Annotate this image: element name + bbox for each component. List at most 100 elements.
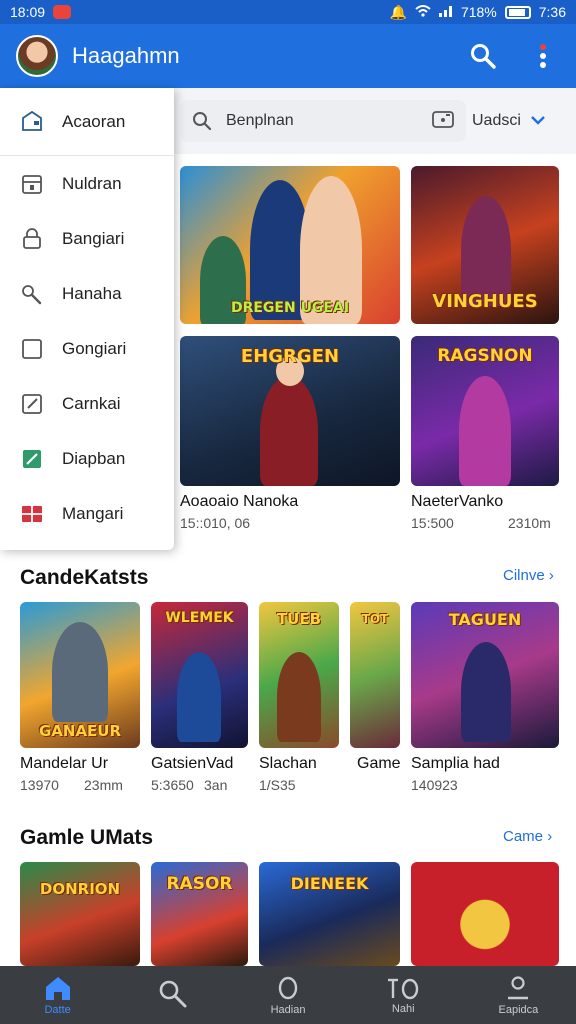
drawer-item-label: Carnkai: [62, 393, 121, 413]
versus-icon: [388, 978, 419, 999]
nav-label: Datte: [44, 1003, 71, 1016]
game-title: Aoaoaio Nanoka: [180, 493, 299, 510]
game-logo: TAGUEN: [448, 610, 522, 629]
nav-label: Nahi: [391, 1002, 415, 1015]
game-card[interactable]: WLEMEK: [151, 602, 248, 748]
game-art: RAGSNON: [411, 336, 559, 486]
more-button[interactable]: [526, 39, 560, 73]
battery-percent: 718%: [460, 4, 497, 20]
nav-label: Eapidca: [498, 1003, 539, 1016]
square-icon: [22, 338, 42, 359]
drawer-item[interactable]: Bangiari: [0, 211, 174, 266]
game-card[interactable]: DREGEN UGEAI: [180, 166, 400, 324]
game-art: DIENEEK: [259, 862, 400, 966]
game-card[interactable]: DONRION: [20, 862, 140, 966]
game-art: DREGEN UGEAI: [180, 166, 400, 324]
status-time: 18:09: [10, 4, 46, 20]
game-logo: VINGHUES: [432, 291, 538, 312]
filter-dropdown[interactable]: Uadsci: [472, 100, 572, 142]
section-more-link[interactable]: Cilnve ›: [503, 567, 554, 584]
drawer-item[interactable]: Acaoran: [0, 88, 174, 156]
game-art: VINGHUES: [411, 166, 559, 324]
game-title: GatsienVad: [151, 755, 234, 772]
nav-versus[interactable]: Nahi: [346, 966, 461, 1024]
drawer-item[interactable]: Diapban: [0, 431, 174, 486]
grid-icon: [22, 505, 42, 522]
edit-icon: [22, 393, 42, 414]
nav-profile[interactable]: Eapidca: [461, 966, 576, 1024]
game-card[interactable]: DIENEEK: [259, 862, 400, 966]
navigation-drawer: Acaoran Nuldran Bangiari Hanaha Gongiari…: [0, 88, 174, 550]
profile-icon: [508, 975, 529, 999]
avatar[interactable]: [16, 35, 58, 77]
chart-icon: [23, 449, 41, 468]
game-card[interactable]: TAGUEN: [411, 602, 559, 748]
lock-icon: [23, 227, 41, 249]
game-meta-secondary: 3an: [204, 777, 228, 793]
game-art: TOT: [350, 602, 400, 748]
nav-home[interactable]: Datte: [0, 966, 115, 1024]
drawer-item[interactable]: Nuldran: [0, 156, 174, 211]
game-card[interactable]: RASOR: [151, 862, 248, 966]
nav-search[interactable]: [115, 966, 230, 1024]
drawer-item[interactable]: Mangari: [0, 486, 174, 541]
game-card[interactable]: GANAEUR: [20, 602, 140, 748]
game-art: TAGUEN: [411, 602, 559, 748]
nav-library[interactable]: Hadian: [230, 966, 345, 1024]
home-icon: [45, 976, 70, 1000]
circle-icon: [278, 976, 298, 999]
game-card[interactable]: TOT: [350, 602, 400, 748]
drawer-item[interactable]: Carnkai: [0, 376, 174, 431]
game-art: RASOR: [151, 862, 248, 966]
game-logo: EHGRGEN: [240, 346, 340, 367]
drawer-item-label: Mangari: [62, 503, 124, 523]
search-icon: [471, 44, 496, 69]
chevron-right-icon: ›: [548, 567, 554, 584]
game-meta: 140923: [411, 777, 458, 793]
section-more-label: Cilnve: [503, 567, 545, 584]
link-icon: [22, 284, 42, 304]
game-title: Samplia had: [411, 755, 500, 772]
drawer-item-label: Diapban: [62, 448, 126, 468]
game-meta: 15:500: [411, 515, 454, 531]
game-art: EHGRGEN: [180, 336, 400, 486]
game-art: TUEB: [259, 602, 339, 748]
wifi-icon: [415, 4, 431, 20]
game-title: Slachan: [259, 755, 317, 772]
drawer-item[interactable]: Hanaha: [0, 266, 174, 321]
game-card[interactable]: VINGHUES: [411, 166, 559, 324]
game-card[interactable]: RAGSNON: [411, 336, 559, 486]
more-vertical-icon: [540, 44, 546, 68]
game-logo: GANAEUR: [38, 722, 122, 740]
search-button[interactable]: [466, 39, 500, 73]
chevron-right-icon: ›: [547, 828, 553, 845]
store-icon: [22, 174, 42, 194]
game-logo: TUEB: [276, 610, 322, 628]
section-title: Gamle UMats: [20, 826, 154, 849]
section-title: CandeKatsts: [20, 566, 149, 589]
search-placeholder: Benplnan: [226, 112, 294, 129]
section-more-link[interactable]: Came ›: [503, 828, 552, 845]
drawer-item[interactable]: Gongiari: [0, 321, 174, 376]
section-more-label: Came: [503, 828, 544, 845]
drawer-item-label: Acaoran: [62, 111, 126, 131]
status-clock: 7:36: [538, 4, 566, 20]
game-card[interactable]: EHGRGEN: [180, 336, 400, 486]
camera-icon[interactable]: [432, 109, 454, 134]
game-card[interactable]: [411, 862, 559, 966]
search-icon: [193, 112, 212, 131]
game-title: Game: [357, 755, 401, 772]
battery-icon: [504, 5, 531, 19]
drawer-item-label: Gongiari: [62, 338, 127, 358]
game-logo: RAGSNON: [437, 346, 533, 366]
game-meta-secondary: 2310m: [508, 515, 551, 531]
game-title: NaeterVanko: [411, 493, 504, 510]
drawer-item-label: Bangiari: [62, 228, 125, 248]
game-title: Mandelar Ur: [20, 755, 109, 772]
search-input[interactable]: Benplnan: [180, 100, 466, 142]
game-meta-secondary: 23mm: [84, 777, 123, 793]
game-card[interactable]: TUEB: [259, 602, 339, 748]
game-meta: 13970: [20, 777, 59, 793]
game-logo: DIENEEK: [290, 874, 369, 893]
game-logo: WLEMEK: [165, 610, 234, 626]
